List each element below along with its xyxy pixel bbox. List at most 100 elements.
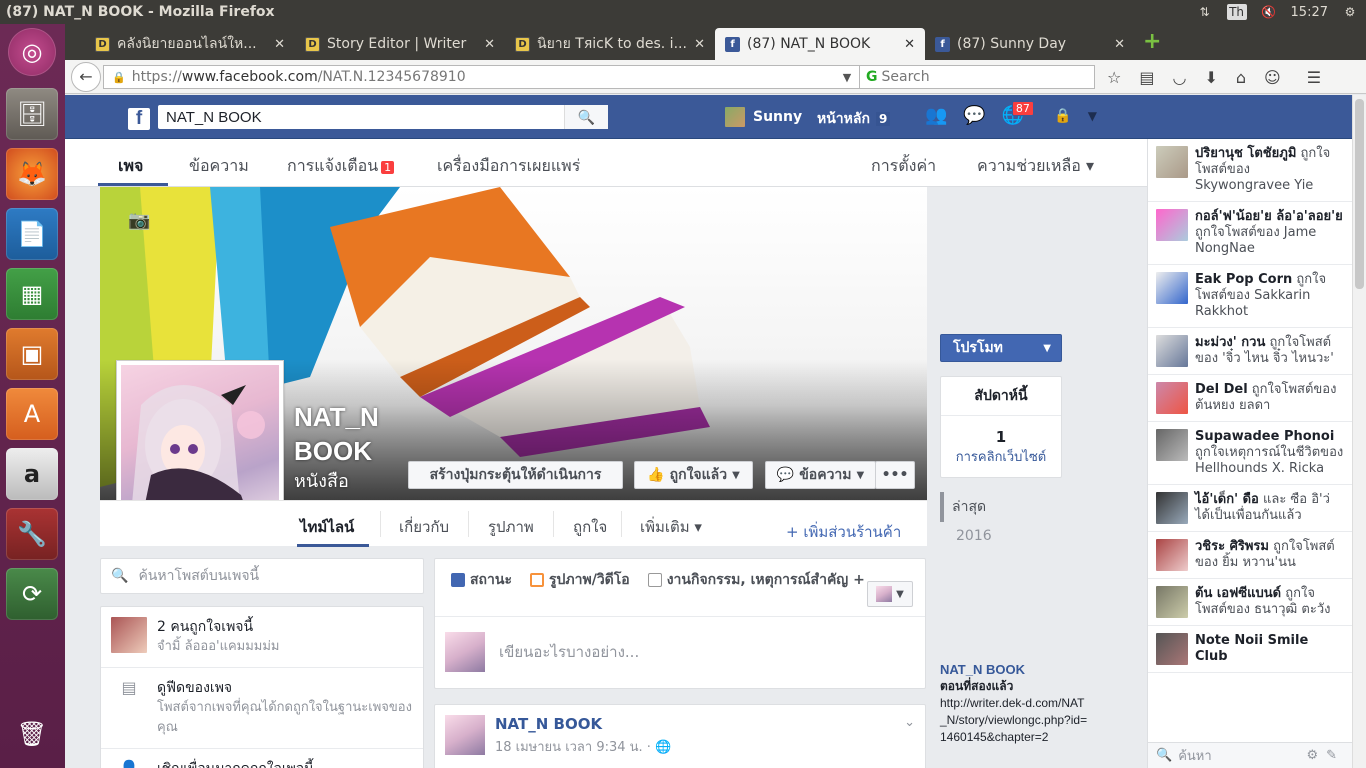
tab-more[interactable]: เพิ่มเติม ▾: [640, 515, 702, 539]
tab-close-icon[interactable]: ✕: [484, 37, 495, 52]
liked-button[interactable]: 👍 ถูกใจแล้ว ▼: [634, 461, 753, 489]
browser-tab[interactable]: D Story Editor | Writer ✕: [295, 28, 505, 60]
add-shop-section-link[interactable]: + เพิ่มส่วนร้านค้า: [786, 520, 901, 544]
tab-page[interactable]: เพจ: [118, 154, 143, 179]
amazon-icon[interactable]: a: [6, 448, 58, 500]
year-link-2016[interactable]: 2016: [944, 526, 1000, 546]
privacy-shortcuts-icon[interactable]: 🔒: [1054, 108, 1071, 124]
ticker-item[interactable]: Supawadee Phonoi ถูกใจเหตุการณ์ในชีวิตขอ…: [1148, 422, 1352, 485]
page-post-search-input[interactable]: 🔍 ค้นหาโพสต์บนเพจนี้: [100, 558, 424, 594]
facebook-search-input[interactable]: NAT_N BOOK 🔍: [158, 105, 608, 129]
more-button[interactable]: •••: [875, 461, 915, 489]
chat-options-icon[interactable]: ⚙✎: [1306, 748, 1352, 763]
page-avatar[interactable]: [445, 715, 485, 755]
website-clicks-link[interactable]: การคลิกเว็บไซต์: [941, 446, 1061, 477]
keyboard-layout-indicator[interactable]: Th: [1226, 4, 1247, 20]
home-icon[interactable]: ⌂: [1236, 68, 1246, 87]
friend-requests-icon[interactable]: 👥: [925, 105, 947, 126]
tab-about[interactable]: เกี่ยวกับ: [399, 515, 449, 539]
impress-icon[interactable]: ▣: [6, 328, 58, 380]
tab-publishing-tools[interactable]: เครื่องมือการเผยแพร่: [437, 154, 580, 179]
url-bar[interactable]: 🔒 https://www.facebook.com/NAT.N.1234567…: [103, 65, 889, 89]
home-link[interactable]: หน้าหลัก 9: [817, 108, 891, 130]
updater-icon[interactable]: ⟳: [6, 568, 58, 620]
downloads-icon[interactable]: ⬇: [1204, 68, 1217, 87]
tab-messages[interactable]: ข้อความ: [189, 154, 249, 179]
network-icon[interactable]: ⇅: [1197, 4, 1213, 20]
ubuntu-dash-icon[interactable]: ◎: [8, 28, 56, 76]
post-author[interactable]: NAT_N BOOK: [495, 715, 671, 733]
composer-tab-photo[interactable]: รูปภาพ/วิดีโอ: [529, 569, 630, 591]
writer-icon[interactable]: 📄: [6, 208, 58, 260]
chat-icon[interactable]: ☺: [1264, 68, 1281, 87]
ticker-item[interactable]: Eak Pop Corn ถูกใจโพสต์ของ Sakkarin Rakk…: [1148, 265, 1352, 328]
ticker-item[interactable]: กอล์'ฟ'น้อย'ย ล้อ'อ'ลอย'ย ถูกใจโพสต์ของ …: [1148, 202, 1352, 265]
scrollbar-thumb[interactable]: [1355, 99, 1364, 289]
browser-tab[interactable]: f (87) Sunny Day ✕: [925, 28, 1135, 60]
post-date[interactable]: 18 เมษายน เวลา 9:34 น. · 🌐: [495, 736, 671, 757]
tab-notifications[interactable]: การแจ้งเตือน 1: [287, 154, 395, 179]
page-feed-row[interactable]: ▤ ดูฟีดของเพจ โพสต์จากเพจที่คุณได้กดถูกใจใ…: [101, 667, 423, 748]
year-link-recent[interactable]: ล่าสุด: [944, 492, 994, 522]
create-cta-button[interactable]: สร้างปุ่มกระตุ้นให้ดำเนินการ: [408, 461, 623, 489]
tab-close-icon[interactable]: ✕: [694, 37, 705, 52]
activity-ticker: ปริยานุช โตชัยภูมิ ถูกใจโพสต์ของ Skywong…: [1147, 139, 1352, 768]
browser-tab-active[interactable]: f (87) NAT_N BOOK ✕: [715, 28, 925, 60]
tab-help[interactable]: ความช่วยเหลือ ▾: [977, 154, 1094, 179]
volume-icon[interactable]: 🔇: [1261, 4, 1277, 20]
files-icon[interactable]: 🗄: [6, 88, 58, 140]
history-dropdown-icon[interactable]: ▼: [843, 69, 861, 85]
pocket-icon[interactable]: ◡: [1172, 68, 1186, 87]
profile-link[interactable]: Sunny: [725, 107, 802, 127]
back-button[interactable]: ←: [71, 61, 101, 92]
ticker-item[interactable]: ต้น เอฟซีแบนด์ ถูกใจโพสต์ของ ธนาวุฒิ ตะว…: [1148, 579, 1352, 626]
ticker-item[interactable]: วชิระ ศิริพรม ถูกใจโพสต์ของ ยิ้ม หวาน'นน: [1148, 532, 1352, 579]
tab-close-icon[interactable]: ✕: [904, 37, 915, 52]
tab-likes[interactable]: ถูกใจ: [573, 515, 607, 539]
tab-close-icon[interactable]: ✕: [1114, 37, 1125, 52]
ticker-item[interactable]: Del Del ถูกใจโพสต์ของ ต้นหยง ยลดา: [1148, 375, 1352, 422]
tab-close-icon[interactable]: ✕: [274, 37, 285, 52]
chat-search-bar[interactable]: 🔍 ค้นหา ⚙✎: [1148, 742, 1352, 768]
ticker-item[interactable]: ปริยานุช โตชัยภูมิ ถูกใจโพสต์ของ Skywong…: [1148, 139, 1352, 202]
composer-input[interactable]: เขียนอะไรบางอย่าง...: [435, 617, 925, 687]
promote-button[interactable]: โปรโมท ▼: [940, 334, 1062, 362]
launcher: ◎ 🗄 🦊 📄 ▦ ▣ A a 🔧 ⟳ 🗑: [0, 24, 65, 768]
page-scrollbar[interactable]: [1352, 95, 1366, 768]
web-search-input[interactable]: G Search: [859, 65, 1095, 89]
chevron-down-icon[interactable]: ⌄: [904, 715, 915, 763]
ticker-item[interactable]: ไอ้'เด็ก' ดือ และ ซือ อิ'ว่ ได้เป็นเพื่อ…: [1148, 485, 1352, 532]
browser-tab[interactable]: D นิยาย TяicK to des. i... ✕: [505, 28, 715, 60]
new-tab-button[interactable]: +: [1135, 29, 1171, 60]
firefox-icon[interactable]: 🦊: [6, 148, 58, 200]
link-preview[interactable]: NAT_N BOOK ตอนที่สองแล้ว http://writer.d…: [940, 661, 1090, 746]
messages-icon[interactable]: 💬: [963, 105, 985, 126]
message-button[interactable]: 💬 ข้อความ ▼: [765, 461, 876, 489]
notifications-icon[interactable]: 🌐87: [1002, 101, 1034, 126]
menu-icon[interactable]: ☰: [1307, 68, 1321, 87]
tab-timeline[interactable]: ไทม์ไลน์: [300, 515, 354, 539]
ticker-item[interactable]: Note Noii Smile Club: [1148, 626, 1352, 673]
page-info-box: 2 คนถูกใจเพจนี้ จำมิ้ ล้อออ'แคมมมม่ม ▤ ดูฟ…: [100, 606, 424, 768]
invite-friends-row[interactable]: 👤เชิญเพื่อนมากดถูกใจเพจนี้: [101, 748, 423, 768]
composer-tab-event[interactable]: งานกิจกรรม, เหตุการณ์สำคัญ +: [647, 569, 865, 591]
settings-icon[interactable]: 🔧: [6, 508, 58, 560]
bookmark-star-icon[interactable]: ☆: [1107, 68, 1121, 87]
page-likes-row[interactable]: 2 คนถูกใจเพจนี้ จำมิ้ ล้อออ'แคมมมม่ม: [101, 607, 423, 667]
post-as-selector[interactable]: ▼: [867, 581, 913, 607]
software-center-icon[interactable]: A: [6, 388, 58, 440]
calc-icon[interactable]: ▦: [6, 268, 58, 320]
facebook-logo-icon[interactable]: f: [128, 108, 150, 130]
composer-tab-status[interactable]: สถานะ: [451, 569, 512, 591]
tab-settings[interactable]: การตั้งค่า: [871, 154, 936, 179]
tab-photos[interactable]: รูปภาพ: [488, 515, 534, 539]
ticker-item[interactable]: มะม่วง' กวน ถูกใจโพสต์ของ 'จิ๋ว ไหน จิ๋ว…: [1148, 328, 1352, 375]
trash-icon[interactable]: 🗑: [6, 708, 58, 760]
account-menu-icon[interactable]: ▼: [1088, 109, 1097, 123]
clock[interactable]: 15:27: [1291, 5, 1328, 20]
system-menu-icon[interactable]: ⚙: [1342, 4, 1358, 20]
search-icon[interactable]: 🔍: [564, 105, 608, 129]
camera-icon[interactable]: 📷: [128, 210, 150, 231]
reading-list-icon[interactable]: ▤: [1139, 68, 1154, 87]
browser-tab[interactable]: D คลังนิยายออนไลน์ให... ✕: [85, 28, 295, 60]
